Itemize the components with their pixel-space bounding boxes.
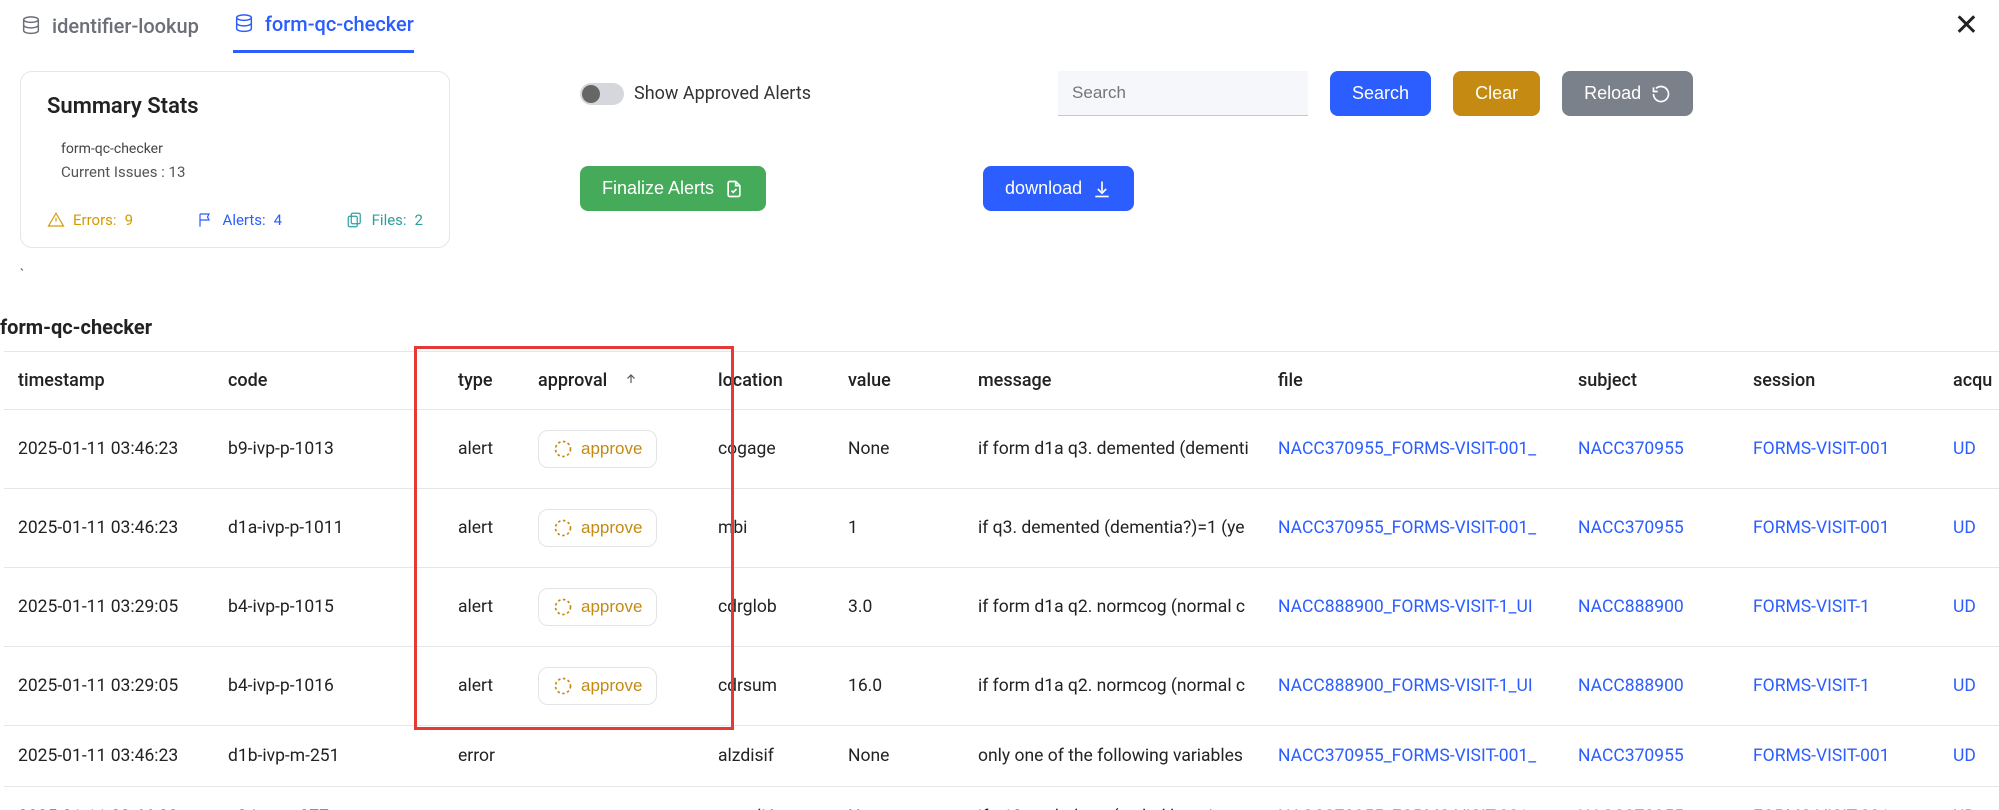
link[interactable]: NACC888900_FORMS-VISIT-1_UI — [1278, 676, 1533, 696]
search-input[interactable] — [1058, 71, 1308, 116]
link[interactable]: UD — [1953, 676, 1976, 696]
stats-files: Files:2 — [346, 211, 423, 229]
link[interactable]: UD — [1953, 518, 1976, 538]
link[interactable]: NACC370955 — [1578, 746, 1684, 766]
link[interactable]: NACC370955 — [1578, 439, 1684, 459]
col-timestamp[interactable]: timestamp — [4, 352, 214, 410]
link[interactable]: NACC888900 — [1578, 676, 1684, 696]
tab-label: identifier-lookup — [52, 14, 199, 38]
download-icon — [1092, 179, 1112, 199]
col-code[interactable]: code — [214, 352, 444, 410]
reload-button[interactable]: Reload — [1562, 71, 1693, 116]
col-session[interactable]: session — [1739, 352, 1939, 410]
table-row: 2025-01-11 03:29:05b4-ivp-p-1015alertapp… — [4, 568, 1999, 647]
toggle-show-approved[interactable]: Show Approved Alerts — [580, 83, 811, 105]
download-button[interactable]: download — [983, 166, 1134, 211]
tab-label: form-qc-checker — [265, 12, 414, 36]
col-file[interactable]: file — [1264, 352, 1564, 410]
table-row: 2025-01-11 03:46:23d1a-ivp-p-1011alertap… — [4, 489, 1999, 568]
tab-form-qc-checker[interactable]: form-qc-checker — [233, 12, 414, 53]
document-check-icon — [724, 179, 744, 199]
link[interactable]: NACC370955_FORMS-VISIT-001_ — [1278, 518, 1536, 538]
col-approval[interactable]: approval — [524, 352, 704, 410]
col-value[interactable]: value — [834, 352, 964, 410]
link[interactable]: NACC370955_FORMS-VISIT-001_ — [1278, 746, 1536, 766]
search-button[interactable]: Search — [1330, 71, 1431, 116]
stats-title: Summary Stats — [47, 94, 423, 119]
files-icon — [346, 211, 364, 229]
col-type[interactable]: type — [444, 352, 524, 410]
col-subject[interactable]: subject — [1564, 352, 1739, 410]
clear-button[interactable]: Clear — [1453, 71, 1540, 116]
flag-icon — [197, 211, 215, 229]
link[interactable]: UD — [1953, 439, 1976, 459]
toggle-switch-icon — [580, 83, 624, 105]
stray-quote: ` — [0, 261, 1999, 283]
sort-asc-icon — [624, 372, 638, 386]
database-icon — [20, 15, 42, 37]
link[interactable]: FORMS-VISIT-001 — [1753, 439, 1890, 459]
alerts-table: timestamp code type approval location va… — [4, 351, 1999, 810]
col-acqu[interactable]: acqu — [1939, 352, 1999, 410]
link[interactable]: FORMS-VISIT-001 — [1753, 518, 1890, 538]
col-location[interactable]: location — [704, 352, 834, 410]
link[interactable]: FORMS-VISIT-001 — [1753, 746, 1890, 766]
table-header-row: timestamp code type approval location va… — [4, 352, 1999, 410]
link[interactable]: UD — [1953, 746, 1976, 766]
tab-bar: identifier-lookup form-qc-checker ✕ — [0, 0, 1999, 53]
table-row: 2025-01-11 03:46:23d1b-ivp-m-251erroralz… — [4, 726, 1999, 787]
database-icon — [233, 13, 255, 35]
link[interactable]: NACC888900_FORMS-VISIT-1_UI — [1278, 597, 1533, 617]
link[interactable]: NACC888900 — [1578, 597, 1684, 617]
table-row: 2025-01-11 03:29:05b4-ivp-p-1016alertapp… — [4, 647, 1999, 726]
close-icon[interactable]: ✕ — [1954, 8, 1979, 43]
approve-button[interactable]: approve — [538, 667, 657, 705]
stats-name: form-qc-checker — [61, 141, 423, 157]
approve-button[interactable]: approve — [538, 509, 657, 547]
link[interactable]: FORMS-VISIT-1 — [1753, 676, 1870, 696]
approve-button[interactable]: approve — [538, 588, 657, 626]
table-row: 2025-01-11 03:46:23c2-ivp-m-277errorcera… — [4, 787, 1999, 810]
section-title: form-qc-checker — [0, 283, 1999, 351]
col-message[interactable]: message — [964, 352, 1264, 410]
tab-identifier-lookup[interactable]: identifier-lookup — [20, 14, 199, 52]
approve-button[interactable]: approve — [538, 430, 657, 468]
link[interactable]: FORMS-VISIT-1 — [1753, 597, 1870, 617]
summary-stats-card: Summary Stats form-qc-checker Current Is… — [20, 71, 450, 248]
finalize-alerts-button[interactable]: Finalize Alerts — [580, 166, 766, 211]
link[interactable]: NACC370955 — [1578, 518, 1684, 538]
reload-icon — [1651, 84, 1671, 104]
stats-alerts: Alerts:4 — [197, 211, 283, 229]
stats-errors: Errors:9 — [47, 211, 133, 229]
table-row: 2025-01-11 03:46:23b9-ivp-p-1013alertapp… — [4, 410, 1999, 489]
stats-issues: Current Issues : 13 — [61, 163, 423, 181]
link[interactable]: NACC370955_FORMS-VISIT-001_ — [1278, 439, 1536, 459]
controls-area: Show Approved Alerts Search Clear Reload… — [580, 71, 1979, 261]
link[interactable]: UD — [1953, 597, 1976, 617]
warning-icon — [47, 211, 65, 229]
